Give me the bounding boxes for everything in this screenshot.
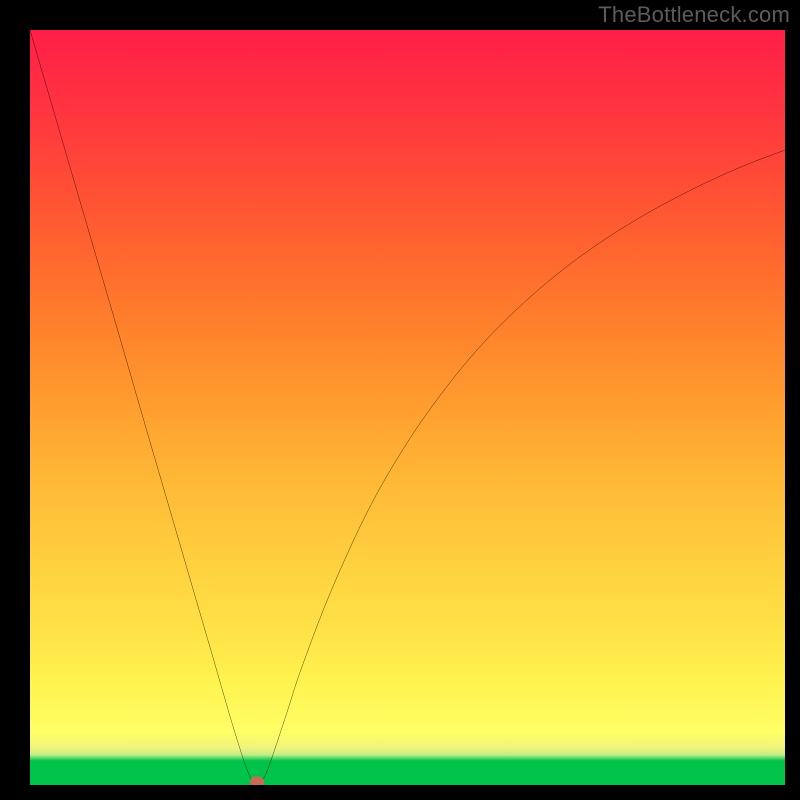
bottleneck-curve <box>30 30 785 785</box>
optimal-point-marker <box>250 776 264 785</box>
plot-area <box>30 30 785 785</box>
watermark-text: TheBottleneck.com <box>598 2 790 28</box>
chart-frame: TheBottleneck.com <box>0 0 800 800</box>
curve-path <box>30 30 785 784</box>
